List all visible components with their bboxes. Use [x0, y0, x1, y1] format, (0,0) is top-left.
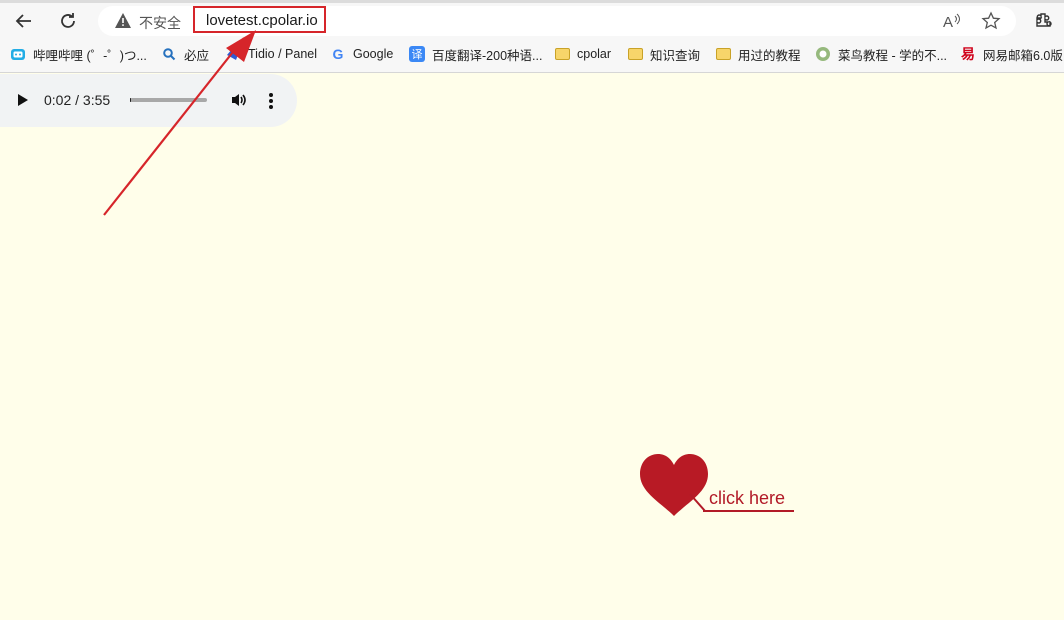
bookmark-label: 菜鸟教程 - 学的不...	[838, 48, 948, 63]
bookmark-baidu-translate[interactable]: 译 百度翻译-200种语...	[409, 43, 542, 65]
audio-progress-fill	[130, 98, 131, 102]
favorite-star-icon[interactable]	[981, 11, 1001, 31]
bing-search-icon	[161, 46, 177, 62]
bookmark-label: Tidio / Panel	[248, 47, 318, 61]
volume-icon[interactable]	[230, 91, 248, 109]
bookmark-folder-tutorials[interactable]: 用过的教程	[715, 43, 801, 65]
back-button[interactable]	[12, 9, 36, 33]
google-icon: G	[332, 46, 344, 62]
svg-text:A: A	[943, 14, 953, 31]
bookmark-label: 知识查询	[650, 48, 701, 63]
bookmark-bilibili[interactable]: 哔哩哔哩 (゜-゜)つ...	[10, 43, 147, 65]
more-options-icon[interactable]	[268, 92, 274, 110]
bookmark-label: cpolar	[577, 47, 612, 61]
bookmark-netease-mail[interactable]: 易 网易邮箱6.0版	[960, 43, 1063, 65]
folder-icon	[715, 46, 731, 62]
reload-icon	[61, 13, 75, 28]
bookmark-folder-cpolar[interactable]: cpolar	[554, 43, 611, 65]
netease-mail-icon: 易	[961, 46, 975, 62]
folder-icon	[554, 46, 570, 62]
browser-chrome: 不安全 lovetest.cpolar.io A 哔哩哔哩 (゜-゜)つ... …	[0, 0, 1064, 73]
back-arrow-icon	[15, 14, 31, 28]
bookmark-tidio[interactable]: Tidio / Panel	[225, 43, 317, 65]
window-top-border	[0, 0, 1064, 3]
folder-icon	[627, 46, 643, 62]
read-aloud-icon[interactable]: A	[941, 11, 961, 31]
link-underline	[703, 510, 794, 512]
play-icon[interactable]	[18, 94, 28, 106]
reload-button[interactable]	[56, 9, 80, 33]
bookmarks-bar: 哔哩哔哩 (゜-゜)つ... 必应 Tidio / Panel G Google…	[0, 43, 1064, 65]
bookmark-bing[interactable]: 必应	[161, 43, 209, 65]
click-here-link[interactable]: click here	[709, 488, 785, 509]
audio-time: 0:02 / 3:55	[44, 92, 111, 108]
bookmark-label: 网易邮箱6.0版	[983, 48, 1063, 63]
not-secure-label[interactable]: 不安全	[139, 13, 181, 33]
extensions-icon[interactable]	[1034, 11, 1054, 31]
bookmark-label: Google	[353, 47, 394, 61]
bookmark-label: 哔哩哔哩 (゜-゜)つ...	[33, 48, 147, 63]
bookmark-runoob[interactable]: 菜鸟教程 - 学的不...	[815, 43, 947, 65]
bookmark-folder-knowledge[interactable]: 知识查询	[627, 43, 700, 65]
audio-progress-slider[interactable]	[130, 98, 207, 102]
translate-icon: 译	[409, 46, 425, 62]
tidio-icon	[225, 46, 241, 62]
bookmark-label: 用过的教程	[738, 48, 801, 63]
runoob-icon	[815, 46, 831, 62]
bilibili-icon	[10, 46, 26, 62]
bookmark-label: 必应	[184, 48, 210, 63]
warning-icon[interactable]	[114, 12, 132, 30]
bookmark-google[interactable]: G Google	[330, 43, 394, 65]
bookmark-label: 百度翻译-200种语...	[432, 48, 543, 63]
url-text[interactable]: lovetest.cpolar.io	[206, 12, 318, 29]
